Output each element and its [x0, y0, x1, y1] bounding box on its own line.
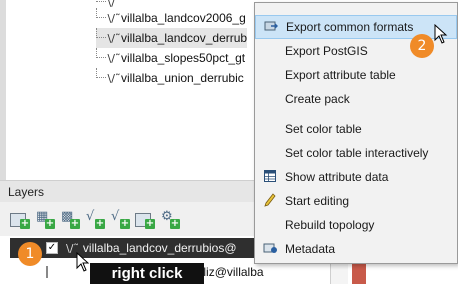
menu-item-label: Export PostGIS	[285, 44, 368, 58]
menu-item-rebuild-topology[interactable]: Rebuild topology	[255, 213, 457, 237]
menu-item-label: Export attribute table	[285, 68, 396, 82]
add-command-layer-icon[interactable]: ⚙ +	[158, 208, 180, 230]
tree-row[interactable]: \/˜ villalba_slopes50pct_gt	[96, 48, 245, 68]
tree-branch-line	[96, 68, 106, 78]
menu-item-export-attribute-table[interactable]: Export attribute table	[255, 63, 457, 87]
data-catalog-panel: \/˜ \/˜ villalba_landcov2006_g \/˜ villa…	[0, 0, 262, 180]
menu-item-label: Metadata	[285, 242, 336, 256]
layers-panel-title: Layers	[0, 180, 262, 202]
right-click-caption: right click	[90, 263, 204, 284]
menu-item-label: Set color table interactively	[285, 146, 429, 160]
menu-item-metadata[interactable]: Metadata	[255, 237, 457, 261]
menu-item-label: Export common formats	[286, 20, 414, 34]
tree-row-label: villalba_landcov_derrub	[121, 31, 248, 45]
tree-row-label: villalba_slopes50pct_gt	[121, 51, 246, 65]
tree-branch-line	[96, 8, 106, 18]
tree-row-label: villalba_union_derrubic	[121, 71, 244, 85]
tree-branch-line	[96, 48, 106, 58]
add-overlay-icon[interactable]: +	[133, 208, 155, 230]
layer-visibility-checkbox[interactable]: ✓	[46, 242, 58, 254]
menu-item-label: Set color table	[285, 122, 362, 136]
scrollbar[interactable]	[330, 262, 348, 284]
add-vector-layer-icon[interactable]: √ +	[83, 208, 105, 230]
vector-icon: \/˜	[107, 71, 121, 85]
mouse-cursor-icon	[434, 24, 448, 44]
add-raster-layer-icon[interactable]: +	[8, 208, 30, 230]
menu-item-set-color-table-interactively[interactable]: Set color table interactively	[255, 141, 457, 165]
layer-visibility-checkbox[interactable]	[46, 266, 48, 278]
tree-row-label: villalba_landcov2006_g	[121, 11, 246, 25]
layers-toolbar: + ▦ + ▩ + √ + √ + + ⚙ +	[0, 202, 262, 236]
tree-branch-line	[96, 0, 106, 2]
add-vector-theme-icon[interactable]: √ +	[108, 208, 130, 230]
export-icon	[256, 20, 286, 35]
add-multiple-layers-icon[interactable]: ▦ +	[33, 208, 55, 230]
menu-item-show-attribute-data[interactable]: Show attribute data	[255, 165, 457, 189]
metadata-icon	[255, 242, 285, 257]
tree-row[interactable]: \/˜ villalba_union_derrubic	[96, 68, 244, 88]
tree-row-selected[interactable]: \/˜ villalba_landcov_derrub	[96, 28, 248, 48]
vector-icon: \/˜	[107, 31, 121, 45]
step-one-badge: 1	[18, 242, 42, 266]
add-group-layers-icon[interactable]: ▩ +	[58, 208, 80, 230]
menu-item-start-editing[interactable]: Start editing	[255, 189, 457, 213]
menu-item-label: Rebuild topology	[285, 218, 375, 232]
menu-item-label: Start editing	[285, 194, 350, 208]
tree-row[interactable]: \/˜ villalba_landcov2006_g	[96, 8, 246, 28]
layer-row-selected[interactable]: ✓ \/˜ villalba_landcov_derrubios@	[10, 238, 262, 258]
table-icon	[255, 169, 285, 185]
menu-item-set-color-table[interactable]: Set color table	[255, 117, 457, 141]
step-two-badge: 2	[410, 34, 434, 58]
menu-item-label: Create pack	[285, 92, 350, 106]
pencil-icon	[255, 192, 285, 210]
menu-item-create-pack[interactable]: Create pack	[255, 87, 457, 111]
layer-name: villalba_landcov_derrubios@	[82, 241, 237, 255]
vector-icon: \/˜	[107, 11, 121, 25]
menu-item-label: Show attribute data	[285, 170, 389, 184]
tree-branch-line	[96, 28, 106, 38]
vector-icon: \/˜	[107, 51, 121, 65]
